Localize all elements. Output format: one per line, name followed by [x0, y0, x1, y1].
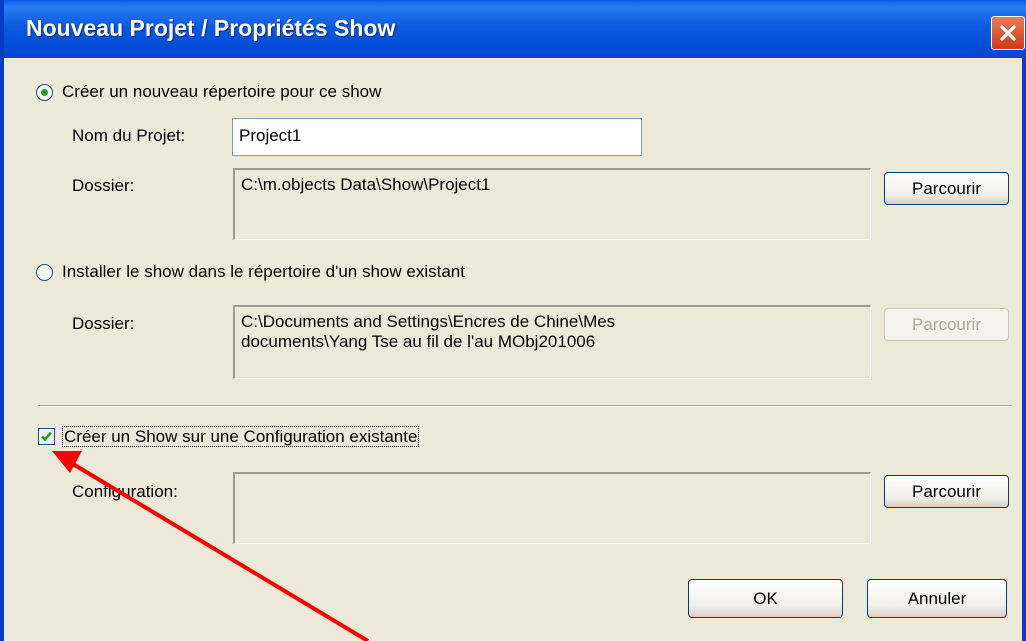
annotation-arrow-icon — [52, 451, 370, 641]
